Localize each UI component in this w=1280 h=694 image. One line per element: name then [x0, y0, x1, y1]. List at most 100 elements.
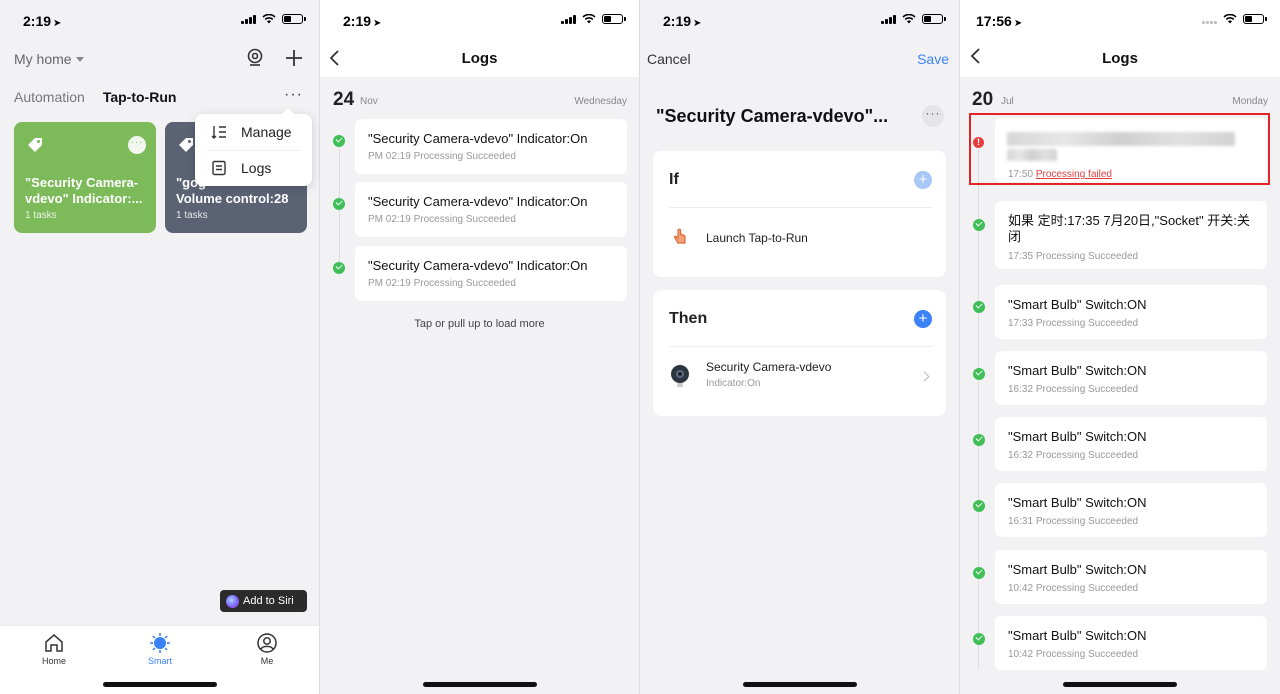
status-bar: 17:56 ➤: [960, 0, 1280, 40]
tag-icon: [28, 138, 42, 152]
logs-screen-detail: 17:56 ➤ Logs 20 Jul Monday ! 17:50 Proces…: [960, 0, 1280, 694]
card-title: "Security Camera-vdevo" Indicator:...: [25, 175, 143, 206]
user-icon: [257, 633, 277, 653]
smart-screen: 2:19 ➤ My home Automation Tap-to-Run ··· …: [0, 0, 319, 694]
menu-item-label: Logs: [241, 160, 272, 176]
if-row-label[interactable]: Launch Tap-to-Run: [706, 231, 808, 245]
log-entry[interactable]: "Security Camera-vdevo" Indicator:On PM …: [355, 182, 627, 237]
camera-icon[interactable]: [245, 48, 265, 68]
signal-icon: [881, 14, 896, 24]
success-icon: [973, 219, 985, 231]
add-action-icon[interactable]: +: [914, 310, 932, 328]
card-more-button[interactable]: ···: [128, 136, 146, 154]
page-title: Logs: [461, 50, 498, 67]
wifi-icon: [582, 14, 596, 24]
success-icon: [973, 301, 985, 313]
add-to-siri-button[interactable]: Add to Siri: [220, 590, 307, 612]
battery-icon: [282, 14, 306, 24]
cancel-button[interactable]: Cancel: [647, 51, 691, 67]
context-menu: Manage Logs: [195, 108, 312, 186]
status-time: 17:56 ➤: [976, 13, 1023, 29]
battery-icon: [922, 14, 946, 24]
status-bar: 2:19 ➤: [640, 0, 959, 40]
home-icon: [45, 634, 63, 652]
home-selector[interactable]: My home: [14, 51, 84, 67]
log-entry[interactable]: "Smart Bulb" Switch:ON 10:42 Processing …: [995, 550, 1267, 604]
logs-screen: 2:19 ➤ Logs 24 Nov Wednesday "Security Ca…: [320, 0, 639, 694]
status-time: 2:19 ➤: [343, 13, 382, 29]
status-bar: 2:19 ➤: [320, 0, 639, 40]
tap-hand-icon: [673, 228, 686, 244]
success-icon: [973, 434, 985, 446]
sort-icon: [211, 126, 226, 139]
signal-icon: [561, 14, 576, 24]
date-day: 20: [972, 89, 994, 110]
then-section: Then + Security Camera-vdevo Indicator:O…: [653, 290, 946, 416]
menu-item-logs[interactable]: Logs: [211, 160, 271, 176]
then-row-sub: Indicator:On: [706, 378, 761, 389]
then-heading: Then: [669, 310, 708, 327]
date-month: Nov: [360, 96, 378, 107]
success-icon: [973, 567, 985, 579]
page-title: Logs: [1102, 50, 1138, 67]
camera-device-icon: [671, 365, 689, 387]
tabbar-home[interactable]: Home: [24, 632, 84, 666]
tabbar-smart[interactable]: Smart: [130, 632, 190, 666]
sun-icon: [150, 633, 170, 653]
load-more-link[interactable]: Tap or pull up to load more: [320, 318, 639, 330]
log-entry[interactable]: "Smart Bulb" Switch:ON 17:33 Processing …: [995, 285, 1267, 339]
more-button[interactable]: ···: [284, 86, 303, 104]
more-button[interactable]: ···: [922, 105, 944, 127]
scene-card[interactable]: ··· "Security Camera-vdevo" Indicator:..…: [14, 122, 156, 233]
date-month: Jul: [1001, 96, 1014, 107]
signal-icon: [241, 14, 256, 24]
date-weekday: Monday: [1232, 96, 1268, 107]
highlight-box: [969, 113, 1270, 185]
chevron-right-icon: [919, 371, 930, 382]
if-heading: If: [669, 171, 679, 188]
log-entry[interactable]: "Smart Bulb" Switch:ON 10:42 Processing …: [995, 616, 1267, 670]
scene-title: "Security Camera-vdevo"...: [656, 106, 889, 126]
status-bar: 2:19 ➤: [0, 0, 319, 40]
date-weekday: Wednesday: [574, 96, 627, 107]
home-indicator: [422, 682, 537, 687]
home-indicator: [742, 682, 857, 687]
card-tasks: 1 tasks: [25, 210, 57, 221]
success-icon: [333, 198, 345, 210]
document-icon: [212, 160, 226, 176]
signal-icon: [1202, 14, 1217, 24]
tab-automation[interactable]: Automation: [14, 89, 85, 105]
log-entry[interactable]: "Security Camera-vdevo" Indicator:On PM …: [355, 246, 627, 301]
status-time: 2:19 ➤: [23, 13, 62, 29]
success-icon: [973, 500, 985, 512]
wifi-icon: [1223, 14, 1237, 24]
log-entry[interactable]: 如果 定时:17:35 7月20日,"Socket" 开关:关闭 17:35 P…: [995, 201, 1267, 269]
success-icon: [973, 368, 985, 380]
success-icon: [973, 633, 985, 645]
success-icon: [333, 262, 345, 274]
menu-item-label: Manage: [241, 124, 292, 140]
tab-tap-to-run[interactable]: Tap-to-Run: [103, 89, 177, 105]
add-condition-icon[interactable]: +: [914, 171, 932, 189]
log-entry[interactable]: "Smart Bulb" Switch:ON 16:32 Processing …: [995, 417, 1267, 471]
log-entry[interactable]: "Security Camera-vdevo" Indicator:On PM …: [355, 119, 627, 174]
tag-icon: [179, 138, 193, 152]
save-button[interactable]: Save: [917, 51, 949, 67]
card-tasks: 1 tasks: [176, 210, 208, 221]
wifi-icon: [262, 14, 276, 24]
if-section: If + Launch Tap-to-Run: [653, 151, 946, 277]
success-icon: [333, 135, 345, 147]
scene-edit-screen: 2:19 ➤ Cancel Save "Security Camera-vdevo…: [640, 0, 959, 694]
battery-icon: [602, 14, 626, 24]
then-row-label[interactable]: Security Camera-vdevo: [706, 360, 831, 374]
wifi-icon: [902, 14, 916, 24]
add-icon[interactable]: [284, 48, 304, 68]
caret-down-icon: [75, 56, 84, 62]
menu-item-manage[interactable]: Manage: [211, 124, 292, 140]
tabbar-me[interactable]: Me: [237, 632, 297, 666]
log-entry[interactable]: "Smart Bulb" Switch:ON 16:32 Processing …: [995, 351, 1267, 405]
log-entry[interactable]: "Smart Bulb" Switch:ON 16:31 Processing …: [995, 483, 1267, 537]
siri-icon: [226, 594, 239, 608]
status-time: 2:19 ➤: [663, 13, 702, 29]
date-day: 24: [333, 89, 355, 110]
